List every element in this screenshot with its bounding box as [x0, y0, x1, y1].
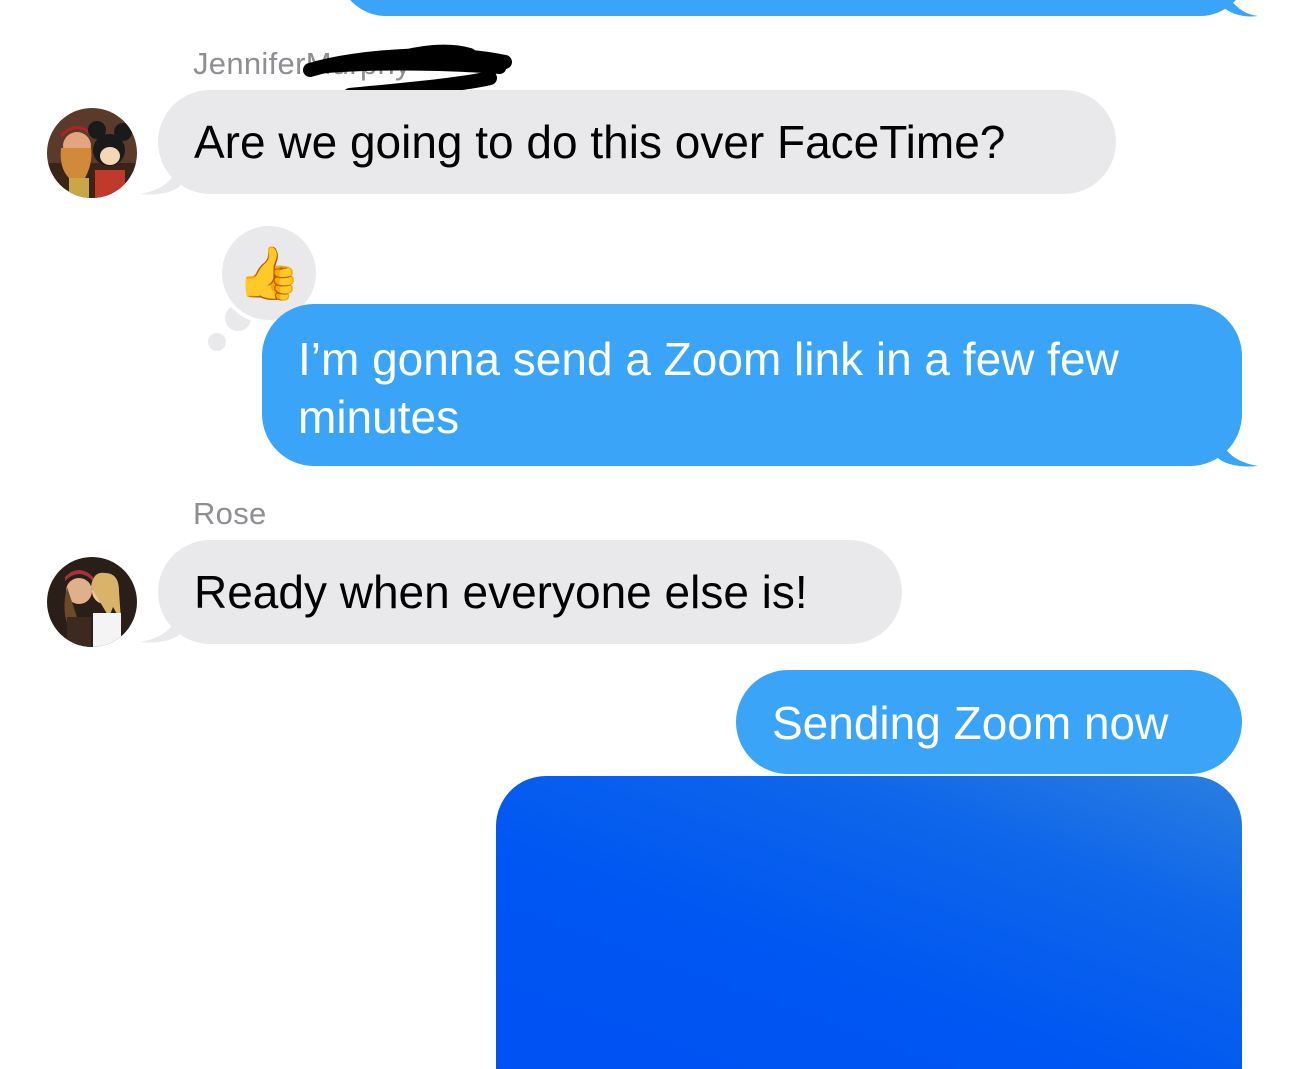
incoming-message-bubble[interactable]: Ready when everyone else is! [158, 540, 902, 644]
outgoing-message-bubble[interactable]: Sending Zoom now [736, 670, 1242, 774]
message-text: Are we going to do this over FaceTime? [194, 116, 1006, 168]
bubble-tail [1218, 432, 1258, 467]
message-text: Sending Zoom now [772, 697, 1169, 749]
avatar-photo-icon [47, 108, 137, 198]
avatar-rose[interactable] [47, 557, 137, 647]
incoming-message-bubble[interactable]: Are we going to do this over FaceTime? [158, 90, 1116, 194]
avatar-jennifer[interactable] [47, 108, 137, 198]
thumbs-up-icon: 👍 [236, 244, 302, 303]
messages-transcript: JenniferMurphy Are we going to do this o… [0, 0, 1300, 1069]
avatar-photo-icon [47, 557, 137, 647]
link-preview-card[interactable] [496, 776, 1242, 1069]
sender-name-rose: Rose [193, 496, 267, 531]
message-text: I’m gonna send a Zoom link in a few few … [298, 333, 1119, 443]
bubble-tail [1224, 0, 1258, 17]
outgoing-message-bubble-partial[interactable] [338, 0, 1248, 16]
tapback-dot [208, 333, 226, 351]
outgoing-message-bubble[interactable]: I’m gonna send a Zoom link in a few few … [262, 304, 1242, 466]
message-text: Ready when everyone else is! [194, 566, 808, 618]
